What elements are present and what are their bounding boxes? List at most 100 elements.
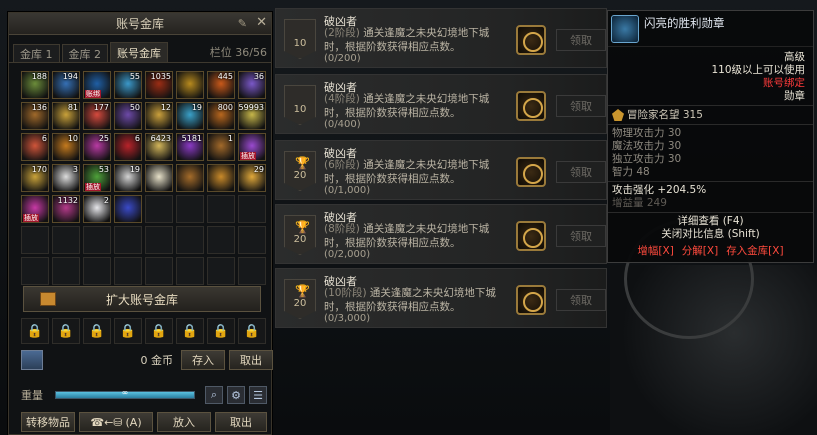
reward-icon[interactable] — [516, 285, 546, 315]
item-slot[interactable]: 29 — [238, 164, 266, 192]
tab-storage-1[interactable]: 金库 1 — [13, 44, 60, 62]
lock-icon[interactable]: 🔒 — [238, 318, 266, 344]
item-slot[interactable]: 3 — [52, 164, 80, 192]
item-slot[interactable]: 50 — [114, 102, 142, 130]
reward-icon[interactable] — [516, 25, 546, 55]
reputation: 冒险家名望 315 — [627, 109, 703, 121]
item-slot[interactable]: 59993 — [238, 102, 266, 130]
item-slot[interactable]: 12 — [145, 102, 173, 130]
list-icon[interactable]: ☰ — [249, 386, 267, 404]
item-slot[interactable]: 19 — [114, 164, 142, 192]
item-slot[interactable] — [176, 71, 204, 99]
empty-slot[interactable] — [176, 226, 204, 254]
empty-slot[interactable] — [238, 195, 266, 223]
item-slot[interactable]: 25 — [83, 133, 111, 161]
item-slot[interactable]: 10 — [52, 133, 80, 161]
tab-storage-2[interactable]: 金库 2 — [61, 44, 108, 62]
item-slot[interactable]: 1 — [207, 133, 235, 161]
empty-slot[interactable] — [52, 257, 80, 285]
amplify: 增益量 249 — [612, 197, 667, 209]
item-slot[interactable]: 81 — [52, 102, 80, 130]
put-in-button[interactable]: 放入 — [157, 412, 211, 432]
compare-toggle[interactable]: 关闭对比信息 (Shift) — [608, 228, 813, 241]
panel-title-bar[interactable]: 账号金库 ✎ ✕ — [9, 13, 271, 35]
empty-slot[interactable] — [238, 226, 266, 254]
withdraw-gold-button[interactable]: 取出 — [229, 350, 273, 370]
item-slot[interactable]: 1132 — [52, 195, 80, 223]
storage-tabs: 金库 1 金库 2 账号金库 栏位 36/56 — [9, 41, 271, 63]
item-slot[interactable]: 5181 — [176, 133, 204, 161]
reward-icon[interactable] — [516, 91, 546, 121]
empty-slot[interactable] — [21, 257, 49, 285]
empty-slot[interactable] — [145, 195, 173, 223]
claim-button[interactable]: 领取 — [556, 225, 606, 247]
item-slot[interactable] — [207, 164, 235, 192]
item-slot[interactable]: 800 — [207, 102, 235, 130]
disassemble-action[interactable]: 分解[X] — [682, 243, 718, 258]
item-slot[interactable]: 19 — [176, 102, 204, 130]
empty-slot[interactable] — [83, 226, 111, 254]
empty-slot[interactable] — [114, 226, 142, 254]
store-action[interactable]: 存入金库[X] — [726, 243, 783, 258]
reward-icon[interactable] — [516, 157, 546, 187]
item-slot[interactable]: 53 插放 — [83, 164, 111, 192]
empty-slot[interactable] — [176, 257, 204, 285]
item-slot[interactable]: 1035 — [145, 71, 173, 99]
tab-account-storage[interactable]: 账号金库 — [110, 42, 168, 62]
claim-button[interactable]: 领取 — [556, 29, 606, 51]
lock-icon[interactable]: 🔒 — [83, 318, 111, 344]
empty-slot[interactable] — [238, 257, 266, 285]
item-slot[interactable] — [145, 164, 173, 192]
deposit-gold-button[interactable]: 存入 — [181, 350, 225, 370]
item-slot[interactable]: 36 — [238, 71, 266, 99]
empty-slot[interactable] — [114, 257, 142, 285]
lock-icon[interactable]: 🔒 — [21, 318, 49, 344]
claim-button[interactable]: 领取 — [556, 161, 606, 183]
item-slot[interactable]: 6423 — [145, 133, 173, 161]
empty-slot[interactable] — [207, 226, 235, 254]
lock-icon[interactable]: 🔒 — [114, 318, 142, 344]
take-out-button[interactable]: 取出 — [215, 412, 267, 432]
empty-slot[interactable] — [145, 257, 173, 285]
empty-slot[interactable] — [207, 257, 235, 285]
gear-icon[interactable]: ⚙ — [227, 386, 245, 404]
item-slot[interactable]: 6 — [21, 133, 49, 161]
item-slot[interactable]: 194 — [52, 71, 80, 99]
transfer-items-button[interactable]: 转移物品 — [21, 412, 75, 432]
lock-icon[interactable]: 🔒 — [207, 318, 235, 344]
empty-slot[interactable] — [176, 195, 204, 223]
lock-icon[interactable]: 🔒 — [176, 318, 204, 344]
item-slot[interactable]: 插放 — [238, 133, 266, 161]
item-slot[interactable]: 170 — [21, 164, 49, 192]
item-slot[interactable]: 6 — [114, 133, 142, 161]
lock-icon[interactable]: 🔒 — [52, 318, 80, 344]
item-slot[interactable]: 177 — [83, 102, 111, 130]
empty-slot[interactable] — [21, 226, 49, 254]
reward-icon[interactable] — [516, 221, 546, 251]
empty-slot[interactable] — [52, 226, 80, 254]
item-slot[interactable] — [176, 164, 204, 192]
item-slot[interactable] — [114, 195, 142, 223]
empty-slot[interactable] — [207, 195, 235, 223]
lock-icon[interactable]: 🔒 — [145, 318, 173, 344]
auto-store-button[interactable]: ☎←⛁ (A) — [79, 412, 153, 432]
item-slot[interactable]: 188 — [21, 71, 49, 99]
empty-slot[interactable] — [145, 226, 173, 254]
search-icon[interactable]: ⌕ — [205, 386, 223, 404]
expand-storage-button[interactable]: 扩大账号金库 — [23, 286, 261, 312]
item-quantity: 177 — [93, 103, 109, 112]
detail-view[interactable]: 详细查看 (F4) — [608, 215, 813, 228]
item-slot[interactable]: 2 — [83, 195, 111, 223]
empty-slot[interactable] — [83, 257, 111, 285]
item-slot[interactable]: 136 — [21, 102, 49, 130]
item-slot[interactable]: 账绑 — [83, 71, 111, 99]
pin-icon[interactable]: ✎ — [238, 17, 247, 30]
item-slot[interactable]: 插放 — [21, 195, 49, 223]
item-slot[interactable]: 55 — [114, 71, 142, 99]
item-slot[interactable]: 445 — [207, 71, 235, 99]
storage-chest-icon[interactable] — [21, 350, 43, 370]
claim-button[interactable]: 领取 — [556, 95, 606, 117]
amplify-action[interactable]: 增幅[X] — [637, 243, 673, 258]
claim-button[interactable]: 领取 — [556, 289, 606, 311]
close-icon[interactable]: ✕ — [256, 15, 267, 30]
